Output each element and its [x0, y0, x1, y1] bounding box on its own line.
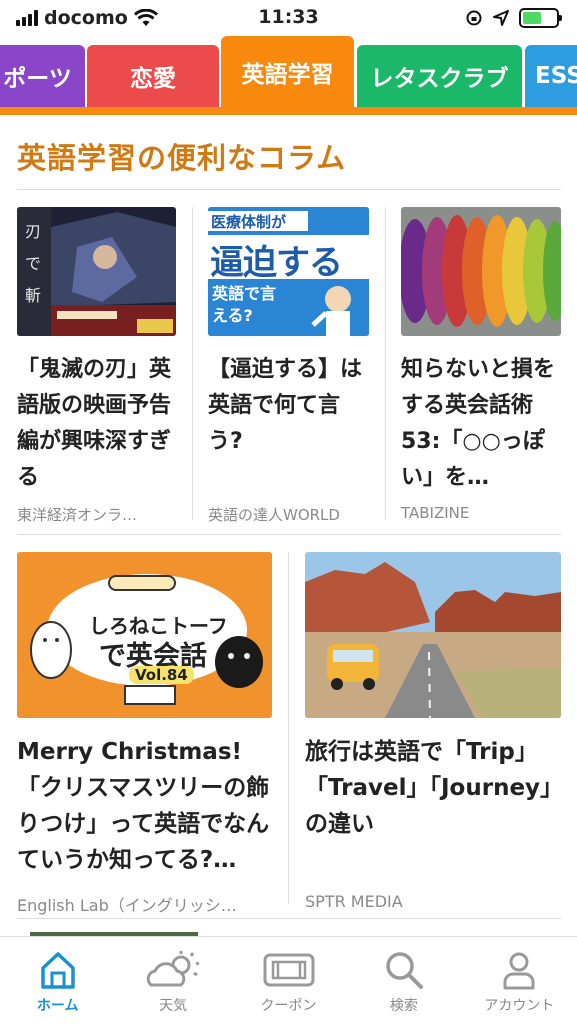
article-title: 旅行は英語で「Trip」「Travel」「Journey」の違い [305, 739, 552, 837]
account-icon [503, 952, 535, 990]
svg-text:刃: 刃 [25, 222, 41, 241]
nav-label: 検索 [389, 998, 418, 1014]
row-divider [17, 918, 561, 919]
thumb-caption-sub: 英語で言える? [212, 284, 277, 325]
article-card[interactable]: 刃 で 斬 「鬼滅の刃」英語版の映画予告編が興味深すぎる 東洋経済オンラ… [17, 207, 176, 525]
article-thumbnail: 医療体制が 逼迫する 英語で言える? [208, 207, 369, 336]
status-bar: docomo 11:33 [0, 0, 577, 36]
nav-account[interactable]: アカウント [462, 937, 577, 1024]
nav-weather[interactable]: 天気 [115, 937, 230, 1024]
article-card[interactable]: 旅行は英語で「Trip」「Travel」「Journey」の違い SPTR ME… [305, 552, 561, 911]
tab-lettuce-club[interactable]: レタスクラブ [357, 45, 522, 107]
tab-english-learning[interactable]: 英語学習 [221, 36, 354, 107]
article-title: Merry Christmas!「クリスマスツリーの飾りつけ」って英語でなんてい… [17, 739, 270, 873]
home-icon [40, 952, 75, 989]
row-divider [17, 534, 561, 535]
nav-search[interactable]: 検索 [346, 937, 461, 1024]
thumb-caption-top: 医療体制が [211, 213, 287, 231]
article-source: SPTR MEDIA [305, 892, 403, 911]
article-card[interactable]: 医療体制が 逼迫する 英語で言える? 【逼迫する】は英語で何て言う? 英語の達人… [208, 207, 369, 525]
nav-home[interactable]: ホーム [0, 937, 115, 1024]
section-title: 英語学習の便利なコラム [17, 141, 347, 175]
article-thumbnail [305, 552, 561, 718]
tab-underline [0, 107, 577, 115]
thumb-caption-vol: Vol.84 [129, 666, 194, 684]
article-title: 【逼迫する】は英語で何て言う? [208, 357, 363, 454]
svg-text:斬: 斬 [25, 286, 41, 305]
column-divider [288, 552, 289, 904]
battery-icon [519, 8, 562, 28]
nav-coupon[interactable]: クーポン [231, 937, 346, 1024]
tab-ess[interactable]: ESS [525, 45, 577, 107]
article-title: 知らないと損をする英会話術53:「○○っぽい」を… [401, 357, 556, 490]
nav-label: ホーム [36, 998, 79, 1014]
article-card[interactable]: しろねこトーフ で英会話 Vol.84 Merry Christmas!「クリス… [17, 552, 272, 916]
nav-label: クーポン [260, 998, 317, 1014]
section-divider [17, 189, 561, 190]
article-card[interactable]: 知らないと損をする英会話術53:「○○っぽい」を… TABIZINE [401, 207, 561, 522]
location-icon [493, 10, 509, 26]
weather-icon [146, 951, 200, 987]
tab-sports[interactable]: ポーツ [0, 45, 85, 107]
article-thumbnail: しろねこトーフ で英会話 Vol.84 [17, 552, 272, 718]
coupon-icon [263, 953, 315, 987]
screen-lock-icon [466, 10, 482, 26]
column-divider [385, 207, 386, 520]
article-source: 英語の達人WORLD [208, 506, 340, 524]
article-thumbnail: 刃 で 斬 [17, 207, 176, 336]
column-divider [192, 207, 193, 520]
article-source: TABIZINE [401, 504, 470, 522]
article-title: 「鬼滅の刃」英語版の映画予告編が興味深すぎる [17, 357, 172, 490]
tab-love[interactable]: 恋愛 [87, 45, 219, 107]
category-tabs: ポーツ 恋愛 英語学習 レタスクラブ ESS [0, 36, 577, 118]
search-icon [386, 952, 423, 989]
article-thumbnail [401, 207, 561, 336]
svg-text:で: で [25, 254, 41, 273]
nav-label: 天気 [159, 998, 188, 1014]
nav-label: アカウント [484, 998, 555, 1014]
status-right [465, 8, 562, 28]
bottom-nav: ホーム 天気 クーポン 検索 アカウント [0, 936, 577, 1024]
article-source: English Lab（イングリッシ… [17, 896, 237, 915]
thumb-caption-main: 逼迫する [210, 243, 343, 283]
article-source: 東洋経済オンラ… [17, 506, 138, 524]
